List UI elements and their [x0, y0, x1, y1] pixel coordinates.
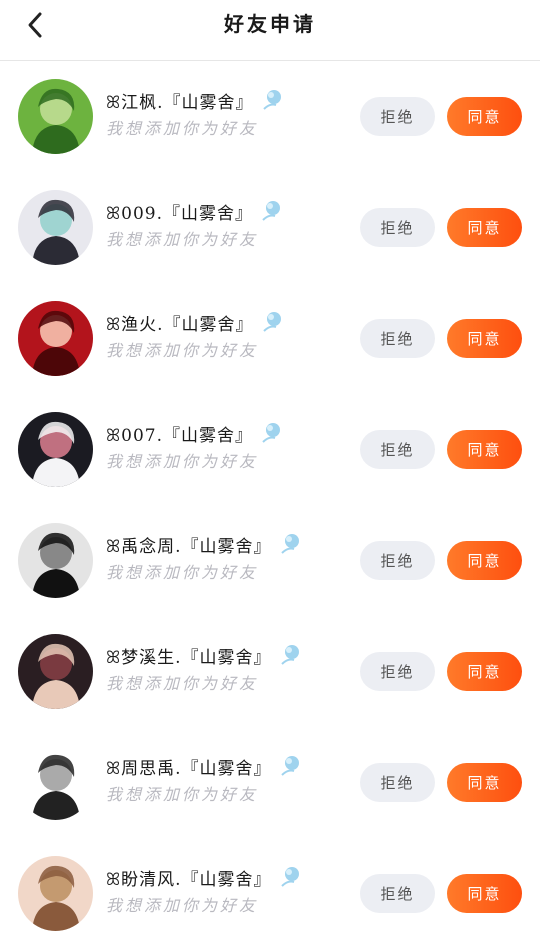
request-message: 我想添加你为好友 [106, 785, 259, 804]
request-message: 我想添加你为好友 [106, 563, 259, 582]
friend-request-row: ꕤ盼清风.『山雾舍』 我想添加你为好友 拒绝 同意 [0, 838, 540, 949]
request-info: ꕤ盼清风.『山雾舍』 我想添加你为好友 [106, 864, 356, 916]
name-line: ꕤ江枫.『山雾舍』 [106, 87, 356, 113]
avatar[interactable] [18, 301, 93, 376]
accept-button[interactable]: 同意 [447, 652, 522, 691]
reject-button[interactable]: 拒绝 [360, 430, 435, 469]
reject-button[interactable]: 拒绝 [360, 652, 435, 691]
request-info: ꕤ009.『山雾舍』 我想添加你为好友 [106, 198, 356, 250]
friend-request-row: ꕤ周思禹.『山雾舍』 我想添加你为好友 拒绝 同意 [0, 727, 540, 838]
user-name: ꕤ009.『山雾舍』 [106, 203, 253, 224]
name-line: ꕤ009.『山雾舍』 [106, 198, 356, 224]
avatar[interactable] [18, 745, 93, 820]
fan-badge-icon [278, 531, 304, 557]
user-name: ꕤ渔火.『山雾舍』 [106, 314, 254, 335]
fan-badge-icon [260, 87, 286, 113]
accept-button[interactable]: 同意 [447, 763, 522, 802]
request-info: ꕤ梦溪生.『山雾舍』 我想添加你为好友 [106, 642, 356, 694]
name-line: ꕤ渔火.『山雾舍』 [106, 309, 356, 335]
top-bar: 好友申请 [0, 0, 540, 61]
friend-request-row: ꕤ渔火.『山雾舍』 我想添加你为好友 拒绝 同意 [0, 283, 540, 394]
reject-button[interactable]: 拒绝 [360, 208, 435, 247]
accept-button[interactable]: 同意 [447, 208, 522, 247]
name-line: ꕤ盼清风.『山雾舍』 [106, 864, 356, 890]
avatar[interactable] [18, 856, 93, 931]
accept-button[interactable]: 同意 [447, 319, 522, 358]
fan-badge-icon [278, 753, 304, 779]
user-name: ꕤ禹念周.『山雾舍』 [106, 536, 272, 557]
friend-request-row: ꕤ007.『山雾舍』 我想添加你为好友 拒绝 同意 [0, 394, 540, 505]
user-name: ꕤ盼清风.『山雾舍』 [106, 869, 272, 890]
fan-badge-icon [278, 642, 304, 668]
name-line: ꕤ梦溪生.『山雾舍』 [106, 642, 356, 668]
fan-badge-icon [278, 864, 304, 890]
avatar[interactable] [18, 634, 93, 709]
reject-button[interactable]: 拒绝 [360, 319, 435, 358]
user-name: ꕤ周思禹.『山雾舍』 [106, 758, 272, 779]
request-message: 我想添加你为好友 [106, 674, 259, 693]
accept-button[interactable]: 同意 [447, 97, 522, 136]
request-message: 我想添加你为好友 [106, 341, 259, 360]
reject-button[interactable]: 拒绝 [360, 97, 435, 136]
friend-request-row: ꕤ009.『山雾舍』 我想添加你为好友 拒绝 同意 [0, 172, 540, 283]
fan-badge-icon [259, 198, 285, 224]
avatar[interactable] [18, 412, 93, 487]
fan-badge-icon [259, 420, 285, 446]
fan-badge-icon [260, 309, 286, 335]
accept-button[interactable]: 同意 [447, 541, 522, 580]
request-message: 我想添加你为好友 [106, 452, 259, 471]
friend-request-row: ꕤ梦溪生.『山雾舍』 我想添加你为好友 拒绝 同意 [0, 616, 540, 727]
request-message: 我想添加你为好友 [106, 230, 259, 249]
friend-request-list: ꕤ江枫.『山雾舍』 我想添加你为好友 拒绝 同意 ꕤ009.『山雾舍』 我想添加… [0, 61, 540, 949]
friend-request-row: ꕤ江枫.『山雾舍』 我想添加你为好友 拒绝 同意 [0, 61, 540, 172]
reject-button[interactable]: 拒绝 [360, 874, 435, 913]
accept-button[interactable]: 同意 [447, 430, 522, 469]
name-line: ꕤ周思禹.『山雾舍』 [106, 753, 356, 779]
accept-button[interactable]: 同意 [447, 874, 522, 913]
avatar[interactable] [18, 190, 93, 265]
avatar[interactable] [18, 523, 93, 598]
reject-button[interactable]: 拒绝 [360, 763, 435, 802]
user-name: ꕤ江枫.『山雾舍』 [106, 92, 254, 113]
request-info: ꕤ渔火.『山雾舍』 我想添加你为好友 [106, 309, 356, 361]
request-info: ꕤ禹念周.『山雾舍』 我想添加你为好友 [106, 531, 356, 583]
avatar[interactable] [18, 79, 93, 154]
name-line: ꕤ禹念周.『山雾舍』 [106, 531, 356, 557]
request-info: ꕤ周思禹.『山雾舍』 我想添加你为好友 [106, 753, 356, 805]
request-message: 我想添加你为好友 [106, 119, 259, 138]
reject-button[interactable]: 拒绝 [360, 541, 435, 580]
page-title: 好友申请 [224, 12, 316, 36]
request-message: 我想添加你为好友 [106, 896, 259, 915]
friend-request-row: ꕤ禹念周.『山雾舍』 我想添加你为好友 拒绝 同意 [0, 505, 540, 616]
request-info: ꕤ江枫.『山雾舍』 我想添加你为好友 [106, 87, 356, 139]
name-line: ꕤ007.『山雾舍』 [106, 420, 356, 446]
request-info: ꕤ007.『山雾舍』 我想添加你为好友 [106, 420, 356, 472]
user-name: ꕤ007.『山雾舍』 [106, 425, 253, 446]
user-name: ꕤ梦溪生.『山雾舍』 [106, 647, 272, 668]
